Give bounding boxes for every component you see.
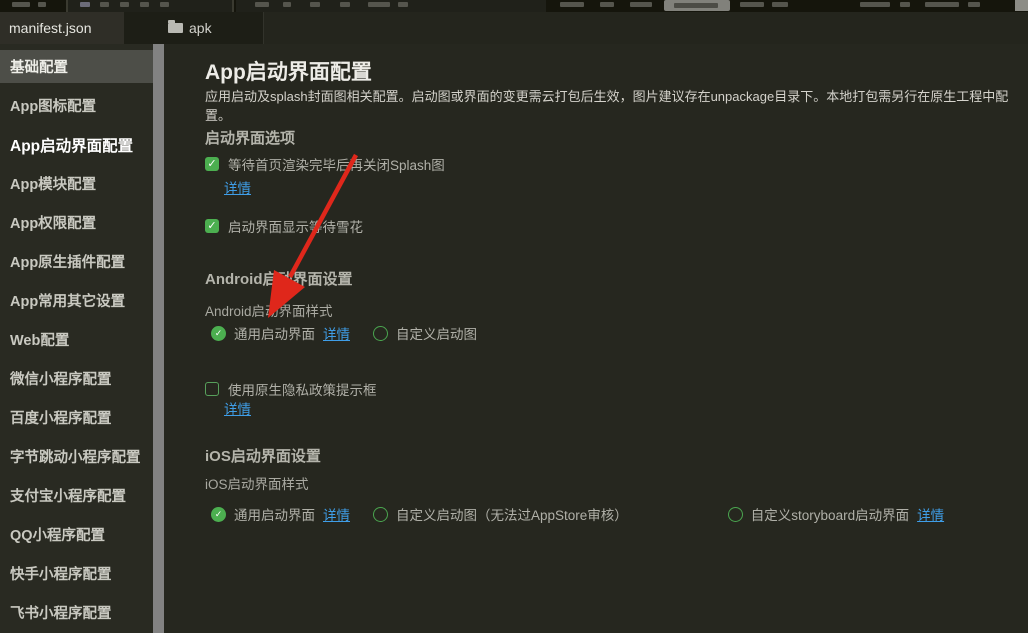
check-icon: ✓: [207, 221, 216, 232]
toolbar-fragment: [560, 2, 584, 7]
sidebar-scrollbar[interactable]: [153, 44, 164, 633]
checkbox-label-wait-splash: 等待首页渲染完毕后再关闭Splash图: [228, 154, 445, 174]
android-style-radio-row: ✓ 通用启动界面 详情 自定义启动图: [211, 323, 477, 343]
sidebar-item-app-permission-config[interactable]: App权限配置: [0, 206, 153, 239]
truncated-toolbar: [0, 0, 1028, 12]
tab-manifest-json[interactable]: manifest.json: [0, 12, 124, 44]
option-row-wait-splash: ✓ 等待首页渲染完毕后再关闭Splash图: [205, 154, 445, 174]
ios-style-label: iOS启动界面样式: [205, 473, 309, 493]
detail-link-ios-storyboard[interactable]: 详情: [917, 504, 944, 524]
page-subtitle: 应用启动及splash封面图相关配置。启动图或界面的变更需云打包后生效，图片建议…: [205, 86, 1027, 124]
toolbar-fragment: [340, 2, 350, 7]
option-row-native-privacy: 使用原生隐私政策提示框: [205, 379, 377, 399]
android-style-label: Android启动界面样式: [205, 300, 333, 320]
folder-icon: [168, 23, 183, 33]
toolbar-fragment: [38, 2, 46, 7]
sidebar-item-baidu-mp-config[interactable]: 百度小程序配置: [0, 401, 153, 434]
toolbar-fragment: [772, 2, 788, 7]
editor-tab-bar: manifest.json apk: [0, 12, 1028, 44]
toolbar-fragment: [160, 2, 169, 7]
toolbar-fragment: [140, 2, 149, 7]
tab-label: manifest.json: [9, 20, 91, 36]
detail-link-android-common[interactable]: 详情: [323, 323, 350, 343]
toolbar-fragment: [310, 2, 320, 7]
toolbar-fragment: [368, 2, 390, 7]
checkbox-native-privacy[interactable]: [205, 382, 219, 396]
radio-label-ios-storyboard: 自定义storyboard启动界面: [751, 504, 909, 524]
sidebar-item-app-launch-screen-config[interactable]: App启动界面配置: [0, 128, 153, 161]
toolbar-separator: [232, 0, 234, 12]
radio-label-android-custom: 自定义启动图: [396, 323, 477, 343]
radio-ios-storyboard-launch[interactable]: [728, 507, 743, 522]
section-heading-ios: iOS启动界面设置: [205, 445, 321, 466]
sidebar-item-weixin-mp-config[interactable]: 微信小程序配置: [0, 362, 153, 395]
check-icon: ✓: [215, 510, 223, 519]
page-title: App启动界面配置: [205, 56, 372, 86]
toolbar-fragment: [600, 2, 614, 7]
toolbar-fragment: [968, 2, 980, 7]
check-icon: ✓: [215, 329, 223, 338]
sidebar-item-bytedance-mp-config[interactable]: 字节跳动小程序配置: [0, 440, 153, 473]
toolbar-fragment: [740, 2, 764, 7]
checkbox-snow[interactable]: ✓: [205, 219, 219, 233]
tab-apk-folder[interactable]: apk: [124, 12, 264, 44]
sidebar-item-web-config[interactable]: Web配置: [0, 323, 153, 356]
checkbox-wait-splash[interactable]: ✓: [205, 157, 219, 171]
toolbar-fragment: [12, 2, 30, 7]
toolbar-fragment: [925, 2, 959, 7]
check-icon: ✓: [207, 159, 216, 170]
radio-label-ios-custom: 自定义启动图（无法过AppStore审核）: [396, 504, 628, 524]
toolbar-fragment: [80, 2, 90, 7]
sidebar-item-app-icon-config[interactable]: App图标配置: [0, 89, 153, 122]
radio-label-android-common: 通用启动界面: [234, 323, 315, 343]
sidebar-item-app-module-config[interactable]: App模块配置: [0, 167, 153, 200]
detail-link-ios-common[interactable]: 详情: [323, 504, 350, 524]
toolbar-separator: [66, 0, 68, 12]
radio-android-common-launch[interactable]: ✓: [211, 326, 226, 341]
toolbar-fragment: [630, 2, 652, 7]
toolbar-fragment: [283, 2, 291, 7]
detail-link-native-privacy[interactable]: 详情: [224, 398, 251, 418]
radio-ios-custom-launch[interactable]: [373, 507, 388, 522]
checkbox-label-snow: 启动界面显示等待雪花: [228, 216, 363, 236]
section-heading-android: Android启动界面设置: [205, 268, 353, 289]
toolbar-corner-block: [1015, 0, 1028, 11]
sidebar-item-alipay-mp-config[interactable]: 支付宝小程序配置: [0, 479, 153, 512]
toolbar-fragment: [100, 2, 109, 7]
toolbar-panel: [68, 0, 232, 12]
sidebar-item-feishu-mp-config[interactable]: 飞书小程序配置: [0, 596, 153, 629]
sidebar-item-app-misc-settings[interactable]: App常用其它设置: [0, 284, 153, 317]
sidebar-item-basic-config[interactable]: 基础配置: [0, 50, 153, 83]
ios-style-radio-row: ✓ 通用启动界面 详情 自定义启动图（无法过AppStore审核） 自定义sto…: [211, 504, 944, 524]
section-heading-launch-options: 启动界面选项: [205, 127, 295, 148]
toolbar-fragment: [120, 2, 129, 7]
launch-screen-config-pane: App启动界面配置 应用启动及splash封面图相关配置。启动图或界面的变更需云…: [164, 44, 1028, 633]
toolbar-fragment: [860, 2, 890, 7]
manifest-config-sidebar: 基础配置 App图标配置 App启动界面配置 App模块配置 App权限配置 A…: [0, 44, 153, 633]
toolbar-fragment: [398, 2, 408, 7]
tab-label: apk: [189, 20, 212, 36]
checkbox-label-native-privacy: 使用原生隐私政策提示框: [228, 379, 377, 399]
radio-android-custom-launch[interactable]: [373, 326, 388, 341]
toolbar-fragment: [900, 2, 910, 7]
toolbar-active-button[interactable]: [664, 0, 730, 11]
option-row-snow: ✓ 启动界面显示等待雪花: [205, 216, 363, 236]
detail-link-wait-splash[interactable]: 详情: [224, 177, 251, 197]
sidebar-item-kuaishou-mp-config[interactable]: 快手小程序配置: [0, 557, 153, 590]
toolbar-fragment: [255, 2, 269, 7]
radio-label-ios-common: 通用启动界面: [234, 504, 315, 524]
radio-ios-common-launch[interactable]: ✓: [211, 507, 226, 522]
sidebar-item-qq-mp-config[interactable]: QQ小程序配置: [0, 518, 153, 551]
sidebar-item-app-native-plugin-config[interactable]: App原生插件配置: [0, 245, 153, 278]
